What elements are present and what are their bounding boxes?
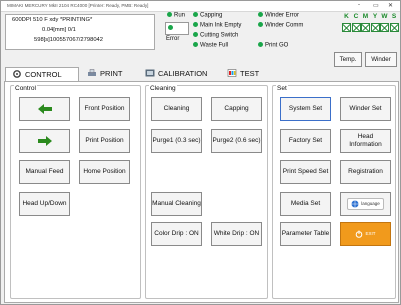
- tab-calibration[interactable]: CALIBRATION: [141, 67, 207, 81]
- home-position-button[interactable]: Home Position: [79, 160, 130, 184]
- exit-button[interactable]: EXIT: [340, 222, 391, 246]
- purge1-button[interactable]: Purge1 (0.3 sec): [151, 129, 202, 153]
- color-drip-button[interactable]: Color Drip : ON: [151, 222, 202, 246]
- factory-set-button[interactable]: Factory Set: [280, 129, 331, 153]
- info-line-2: 0.04[mm] 0/1: [42, 27, 76, 33]
- ink-label-c: C: [353, 13, 359, 20]
- status-led-icon: [193, 22, 198, 27]
- maximize-icon[interactable]: ▭: [373, 2, 379, 9]
- status-led-icon: [167, 12, 172, 17]
- arrow-right-icon: [37, 136, 52, 146]
- main-tabs: CONTROL PRINT CALIBRATION TEST: [5, 67, 397, 81]
- tab-test[interactable]: TEST: [223, 67, 259, 81]
- close-icon[interactable]: ✕: [388, 2, 393, 9]
- winder-set-button[interactable]: Winder Set: [340, 97, 391, 121]
- test-icon: [227, 69, 237, 77]
- info-line-1: 600DPI 510 F xdy *PRINTING*: [12, 17, 93, 23]
- purge2-button[interactable]: Purge2 (0.6 sec): [211, 129, 262, 153]
- front-position-button[interactable]: Front Position: [79, 97, 130, 121]
- tab-print[interactable]: PRINT: [83, 67, 123, 81]
- ink-status-indicator: K C M Y W S: [342, 13, 399, 35]
- status-led-icon: [193, 32, 198, 37]
- white-drip-button[interactable]: White Drip : ON: [211, 222, 262, 246]
- status-winder-error: Winder Error: [258, 12, 299, 19]
- info-line-3: 598[s]100557067/2798042: [34, 37, 103, 43]
- tab-print-label: PRINT: [100, 69, 123, 78]
- ink-cross-icon: [361, 23, 370, 32]
- status-cutting-switch: Cutting Switch: [193, 32, 238, 39]
- cleaning-group-label: Cleaning: [149, 85, 177, 92]
- ink-label-m: M: [362, 13, 369, 20]
- temp-button[interactable]: Temp.: [334, 52, 362, 67]
- parameter-table-button[interactable]: Parameter Table: [280, 222, 331, 246]
- tab-control-label: CONTROL: [25, 70, 62, 79]
- head-information-button[interactable]: Head Information: [340, 129, 391, 153]
- status-waste-full: Waste Full: [193, 42, 228, 49]
- status-print-go: Print GO: [258, 42, 288, 49]
- status-main-ink-empty: Main Ink Empty: [193, 22, 241, 29]
- head-updown-button[interactable]: Head Up/Down: [19, 192, 70, 216]
- registration-button[interactable]: Registration: [340, 160, 391, 184]
- printer-icon: [88, 69, 96, 76]
- language-button[interactable]: language: [340, 192, 391, 216]
- print-info-panel: 600DPI 510 F xdy *PRINTING* 0.04[mm] 0/1…: [5, 14, 155, 50]
- power-icon: [356, 230, 363, 238]
- status-run: Run: [167, 12, 185, 19]
- print-position-button[interactable]: Print Position: [79, 129, 130, 153]
- ink-cross-icon: [351, 23, 361, 32]
- system-set-button[interactable]: System Set: [280, 97, 331, 121]
- language-tag: language: [347, 198, 384, 210]
- exit-label: EXIT: [365, 231, 376, 237]
- status-led-icon: [193, 12, 198, 17]
- control-panel: Control Front Position Print Position Ma…: [4, 81, 399, 303]
- capping-button[interactable]: Capping: [211, 97, 262, 121]
- status-led-icon: [258, 42, 263, 47]
- status-led-icon: [258, 22, 263, 27]
- status-capping: Capping: [193, 12, 222, 19]
- print-speed-set-button[interactable]: Print Speed Set: [280, 160, 331, 184]
- window-title: MIMAKI MERCURY MkII 2104 RC4000 [Printer…: [7, 3, 149, 8]
- set-group-label: Set: [276, 85, 288, 92]
- tab-calibration-label: CALIBRATION: [158, 69, 208, 78]
- winder-button[interactable]: Winder: [365, 52, 397, 67]
- gear-icon: [13, 70, 21, 78]
- cleaning-button[interactable]: Cleaning: [151, 97, 202, 121]
- manual-feed-button[interactable]: Manual Feed: [19, 160, 70, 184]
- app-window: MIMAKI MERCURY MkII 2104 RC4000 [Printer…: [0, 0, 401, 305]
- status-led-icon: [168, 24, 173, 30]
- ink-label-w: W: [381, 13, 388, 20]
- minimize-icon[interactable]: -: [358, 2, 360, 8]
- ink-label-k: K: [344, 13, 349, 20]
- control-group-label: Control: [14, 85, 37, 92]
- tab-test-label: TEST: [240, 69, 260, 78]
- error-button[interactable]: Error: [165, 22, 189, 42]
- title-bar: MIMAKI MERCURY MkII 2104 RC4000 [Printer…: [1, 1, 400, 12]
- language-label: language: [361, 201, 380, 207]
- status-led-icon: [258, 12, 263, 17]
- calibration-icon: [145, 69, 155, 77]
- arrow-left-icon: [37, 104, 52, 114]
- ink-cross-icon: [370, 23, 380, 32]
- globe-icon: [351, 200, 359, 208]
- status-led-icon: [193, 42, 198, 47]
- status-winder-comm: Winder Comm: [258, 22, 303, 29]
- ink-cross-icon: [389, 23, 399, 32]
- ink-cross-icon: [380, 23, 389, 32]
- move-left-button[interactable]: [19, 97, 70, 121]
- media-set-button[interactable]: Media Set: [280, 192, 331, 216]
- ink-label-s: S: [391, 13, 397, 20]
- tab-control[interactable]: CONTROL: [5, 67, 79, 81]
- ink-cross-icon: [342, 23, 351, 32]
- manual-cleaning-button[interactable]: Manual Cleaning: [151, 192, 202, 216]
- ink-label-y: Y: [372, 13, 378, 20]
- move-right-button[interactable]: [19, 129, 70, 153]
